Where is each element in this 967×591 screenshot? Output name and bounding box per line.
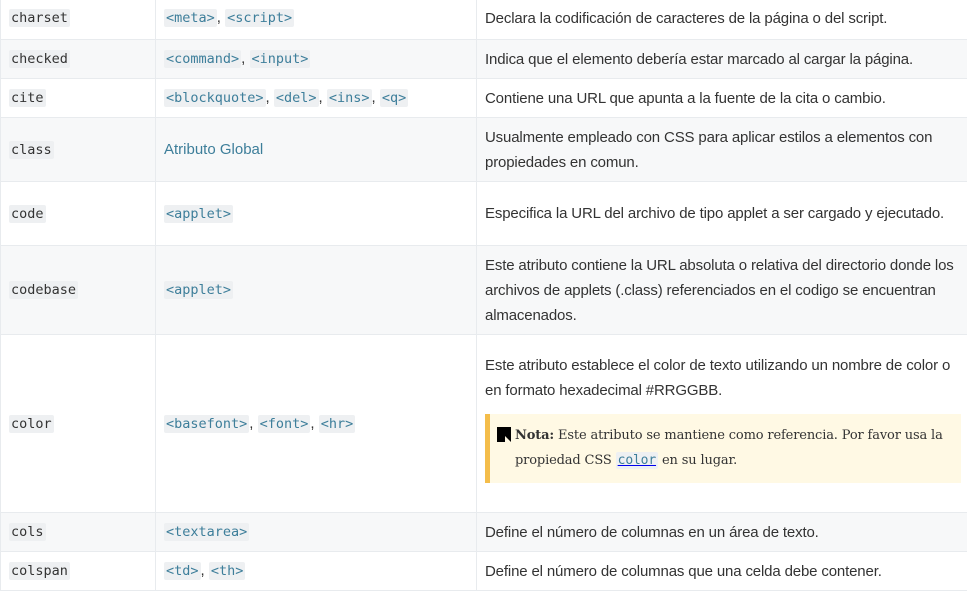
description-cell: Contiene una URL que apunta a la fuente … xyxy=(477,79,967,118)
attribute-cell: colspan xyxy=(1,552,156,591)
table-row: code <applet> Especifica la URL del arch… xyxy=(1,182,967,246)
table-row: codebase <applet> Este atributo contiene… xyxy=(1,246,967,335)
table-row: charset <meta>, <script> Declara la codi… xyxy=(1,0,967,40)
attribute-cell: color xyxy=(1,335,156,513)
table-row: cols <textarea> Define el número de colu… xyxy=(1,513,967,552)
description-text: Este atributo establece el color de text… xyxy=(485,353,961,403)
attribute-name: class xyxy=(9,141,54,159)
description-cell: Declara la codificación de caracteres de… xyxy=(477,0,967,40)
note-box: Nota: Este atributo se mantiene como ref… xyxy=(485,414,961,483)
element-link[interactable]: <basefont> xyxy=(164,415,249,432)
element-link[interactable]: <applet> xyxy=(164,205,233,222)
table-row: class Atributo Global Usualmente emplead… xyxy=(1,118,967,182)
attribute-cell: cite xyxy=(1,79,156,118)
description-cell: Define el número de columnas en un área … xyxy=(477,513,967,552)
elements-cell: Atributo Global xyxy=(156,118,477,182)
separator: , xyxy=(266,89,274,106)
element-link[interactable]: <font> xyxy=(258,415,311,432)
attribute-cell: class xyxy=(1,118,156,182)
attributes-table: charset <meta>, <script> Declara la codi… xyxy=(0,0,967,591)
description-cell: Este atributo contiene la URL absoluta o… xyxy=(477,246,967,335)
elements-cell: <td>, <th> xyxy=(156,552,477,591)
note-text-end: en su lugar. xyxy=(662,453,737,468)
description-cell: Usualmente empleado con CSS para aplicar… xyxy=(477,118,967,182)
attribute-cell: codebase xyxy=(1,246,156,335)
description-cell: Indica que el elemento debería estar mar… xyxy=(477,40,967,79)
note-icon xyxy=(497,427,511,442)
attribute-cell: charset xyxy=(1,0,156,40)
separator: , xyxy=(217,9,225,26)
separator: , xyxy=(310,415,318,432)
element-link[interactable]: <q> xyxy=(380,89,408,106)
separator: , xyxy=(319,89,327,106)
attribute-name: checked xyxy=(9,50,70,68)
separator: , xyxy=(372,89,380,106)
attribute-cell: checked xyxy=(1,40,156,79)
table-row: cite <blockquote>, <del>, <ins>, <q> Con… xyxy=(1,79,967,118)
elements-cell: <applet> xyxy=(156,182,477,246)
elements-cell: <basefont>, <font>, <hr> xyxy=(156,335,477,513)
table-row: colspan <td>, <th> Define el número de c… xyxy=(1,552,967,591)
element-link[interactable]: <hr> xyxy=(319,415,356,432)
separator: , xyxy=(249,415,257,432)
element-link[interactable]: <applet> xyxy=(164,281,233,298)
attribute-name: colspan xyxy=(9,562,70,580)
attribute-name: cols xyxy=(9,523,46,541)
table-row: color <basefont>, <font>, <hr> Este atri… xyxy=(1,335,967,513)
separator: , xyxy=(201,562,209,579)
attribute-name: charset xyxy=(9,9,70,27)
table-row: checked <command>, <input> Indica que el… xyxy=(1,40,967,79)
element-link[interactable]: <script> xyxy=(225,9,294,26)
elements-cell: <command>, <input> xyxy=(156,40,477,79)
attribute-name: color xyxy=(9,415,54,433)
attribute-name: code xyxy=(9,205,46,223)
element-link[interactable]: <textarea> xyxy=(164,523,249,540)
element-link[interactable]: <input> xyxy=(250,50,311,67)
description-cell: Este atributo establece el color de text… xyxy=(477,335,967,513)
description-cell: Define el número de columnas que una cel… xyxy=(477,552,967,591)
element-link[interactable]: <td> xyxy=(164,562,201,579)
element-link[interactable]: <blockquote> xyxy=(164,89,266,106)
attribute-name: cite xyxy=(9,89,46,107)
elements-cell: <blockquote>, <del>, <ins>, <q> xyxy=(156,79,477,118)
attribute-cell: code xyxy=(1,182,156,246)
element-link[interactable]: <th> xyxy=(209,562,246,579)
elements-cell: <textarea> xyxy=(156,513,477,552)
element-link[interactable]: <command> xyxy=(164,50,241,67)
attribute-name: codebase xyxy=(9,281,78,299)
element-link[interactable]: <ins> xyxy=(327,89,372,106)
attribute-cell: cols xyxy=(1,513,156,552)
elements-cell: <meta>, <script> xyxy=(156,0,477,40)
note-label: Nota: xyxy=(515,428,554,443)
elements-cell: <applet> xyxy=(156,246,477,335)
global-attribute-link[interactable]: Atributo Global xyxy=(164,141,263,158)
element-link[interactable]: <del> xyxy=(274,89,319,106)
separator: , xyxy=(241,50,249,67)
element-link[interactable]: <meta> xyxy=(164,9,217,26)
css-color-link[interactable]: color xyxy=(616,452,658,469)
description-cell: Especifica la URL del archivo de tipo ap… xyxy=(477,182,967,246)
